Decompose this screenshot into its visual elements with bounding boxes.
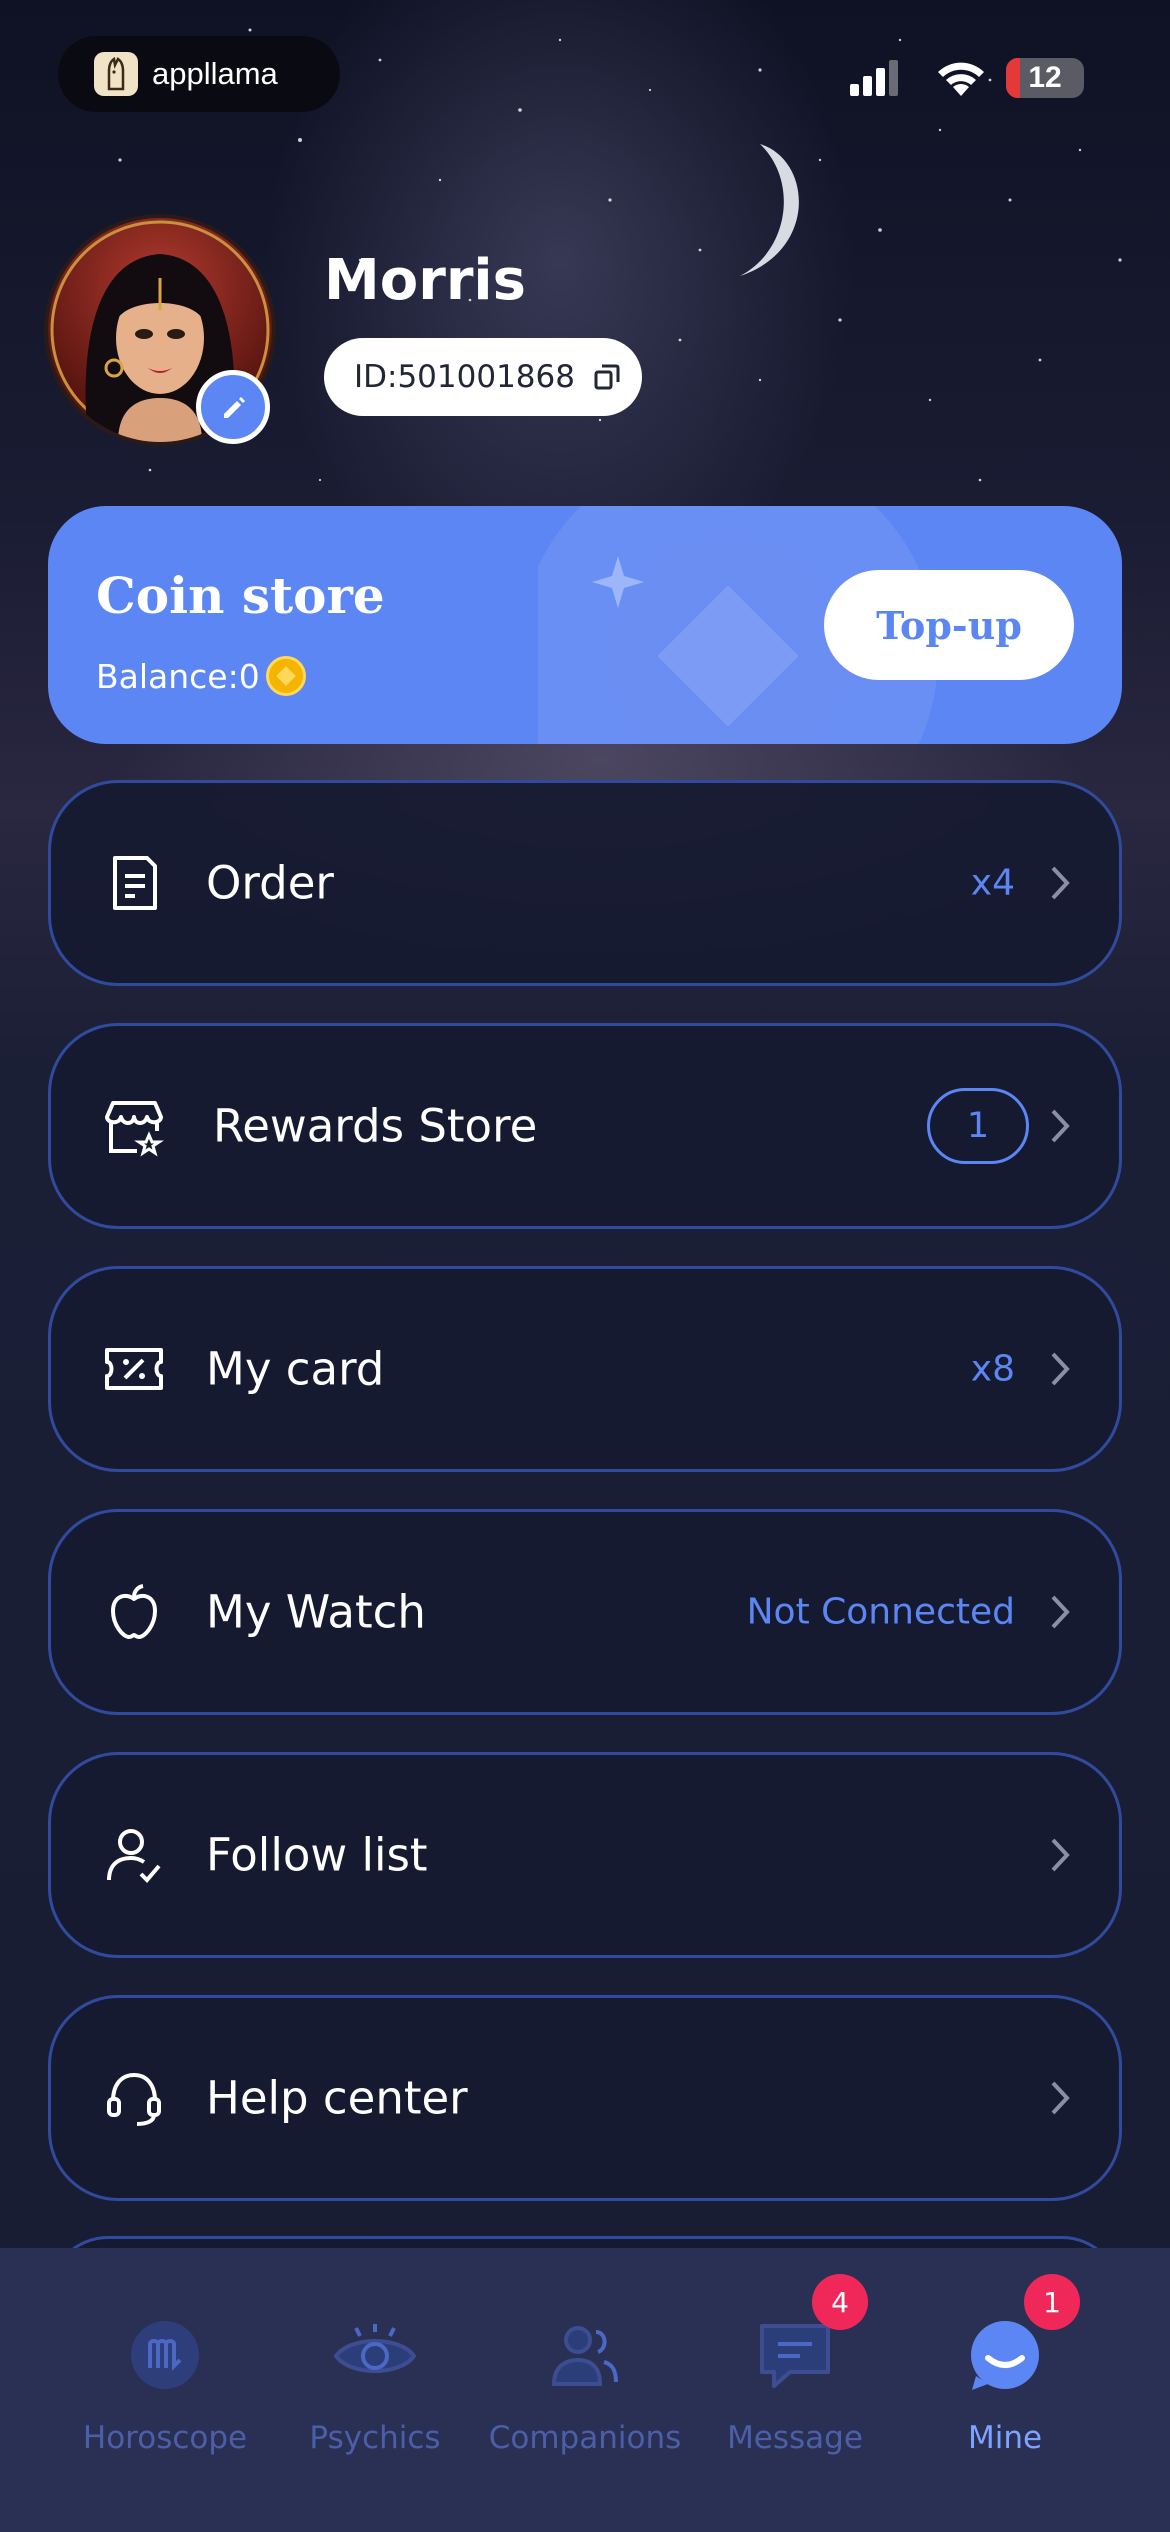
eye-icon bbox=[333, 2324, 417, 2373]
battery-indicator: 12 bbox=[1006, 58, 1084, 98]
order-count: x4 bbox=[970, 862, 1015, 904]
tab-bar: Horoscope Psychics Companions Message 4 bbox=[0, 2248, 1170, 2532]
rewards-count-badge: 1 bbox=[927, 1088, 1029, 1164]
coin-store-title: Coin store bbox=[96, 566, 385, 625]
signal-icon bbox=[850, 60, 898, 96]
moon-icon bbox=[740, 144, 799, 276]
menu-row-my-card[interactable]: My card x8 bbox=[48, 1266, 1122, 1472]
chevron-right-icon bbox=[1051, 1109, 1070, 1143]
starfield bbox=[58, 28, 1122, 482]
coin-store-card[interactable]: Coin store Balance:0 Top-up bbox=[48, 506, 1122, 744]
watch-status: Not Connected bbox=[746, 1591, 1015, 1633]
user-id-chip[interactable]: ID:501001868 bbox=[324, 338, 642, 416]
chevron-right-icon bbox=[1051, 1352, 1070, 1386]
menu-label-order: Order bbox=[206, 856, 334, 910]
apple-icon bbox=[111, 1584, 157, 1639]
tab-companions[interactable]: Companions bbox=[480, 2288, 690, 2468]
top-up-button[interactable]: Top-up bbox=[824, 570, 1074, 680]
copy-icon[interactable] bbox=[593, 363, 621, 391]
tab-psychics[interactable]: Psychics bbox=[270, 2288, 480, 2468]
people-icon bbox=[551, 2326, 618, 2386]
tab-horoscope[interactable]: Horoscope bbox=[60, 2288, 270, 2468]
tab-label-companions: Companions bbox=[488, 2420, 682, 2456]
tab-label-horoscope: Horoscope bbox=[82, 2420, 248, 2456]
menu-label-follow-list: Follow list bbox=[206, 1828, 428, 1882]
wifi-icon bbox=[938, 62, 984, 96]
balance-text: Balance:0 bbox=[96, 656, 260, 696]
chevron-right-icon bbox=[1051, 2081, 1070, 2115]
scorpio-icon bbox=[131, 2321, 199, 2389]
coupon-icon bbox=[105, 1348, 163, 1390]
coin-balance: Balance:0 bbox=[96, 656, 306, 696]
headset-icon bbox=[107, 2072, 161, 2126]
app-badge: appllama bbox=[58, 36, 340, 112]
menu-row-rewards-store[interactable]: Rewards Store 1 bbox=[48, 1023, 1122, 1229]
card-count: x8 bbox=[970, 1348, 1015, 1390]
store-icon bbox=[105, 1101, 164, 1157]
menu-row-help-center[interactable]: Help center bbox=[48, 1995, 1122, 2201]
menu-label-my-watch: My Watch bbox=[206, 1585, 426, 1639]
menu-label-rewards-store: Rewards Store bbox=[213, 1099, 538, 1153]
chevron-right-icon bbox=[1051, 866, 1070, 900]
edit-avatar-button[interactable] bbox=[196, 370, 270, 444]
coin-icon bbox=[265, 656, 306, 696]
menu-row-follow-list[interactable]: Follow list bbox=[48, 1752, 1122, 1958]
tab-label-message: Message bbox=[727, 2420, 863, 2456]
mine-badge: 1 bbox=[1024, 2274, 1080, 2330]
chevron-right-icon bbox=[1051, 1838, 1070, 1872]
menu-label-my-card: My card bbox=[206, 1342, 385, 1396]
user-id-text: ID:501001868 bbox=[354, 359, 575, 395]
tab-mine[interactable]: Mine 1 bbox=[900, 2274, 1110, 2468]
llama-logo-icon bbox=[94, 52, 138, 96]
menu-row-order[interactable]: Order x4 bbox=[48, 780, 1122, 986]
message-badge: 4 bbox=[812, 2274, 868, 2330]
username: Morris bbox=[324, 248, 526, 313]
pencil-icon bbox=[224, 397, 245, 418]
tab-label-mine: Mine bbox=[967, 2420, 1043, 2456]
tab-message[interactable]: Message 4 bbox=[690, 2274, 900, 2468]
app-name: appllama bbox=[152, 56, 278, 91]
battery-level: 12 bbox=[1028, 61, 1062, 94]
user-check-icon bbox=[107, 1829, 161, 1883]
tab-label-psychics: Psychics bbox=[309, 2420, 441, 2456]
menu-row-my-watch[interactable]: My Watch Not Connected bbox=[48, 1509, 1122, 1715]
receipt-icon bbox=[113, 856, 157, 910]
menu-label-help-center: Help center bbox=[206, 2071, 468, 2125]
status-indicators: 12 bbox=[848, 52, 1088, 100]
chevron-right-icon bbox=[1051, 1595, 1070, 1629]
